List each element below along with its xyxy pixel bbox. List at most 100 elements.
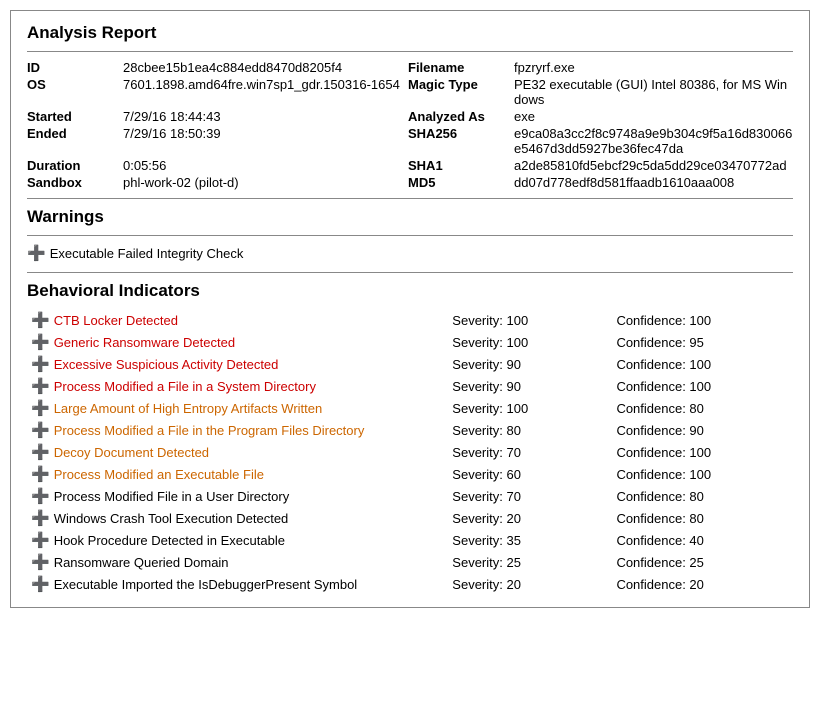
analyzed-as-value: exe bbox=[514, 109, 793, 124]
indicator-plus-icon: ➕ bbox=[31, 355, 50, 373]
behavioral-row: ➕ Executable Imported the IsDebuggerPres… bbox=[27, 573, 793, 595]
severity-cell: Severity: 100 bbox=[448, 397, 612, 419]
indicator-plus-icon: ➕ bbox=[31, 487, 50, 505]
os-value: 7601.1898.amd64fre.win7sp1_gdr.150316-16… bbox=[123, 77, 402, 107]
indicator-name[interactable]: ➕ Excessive Suspicious Activity Detected bbox=[31, 355, 444, 373]
sha1-value: a2de85810fd5ebcf29c5da5dd29ce03470772ad bbox=[514, 158, 793, 173]
confidence-cell: Confidence: 100 bbox=[612, 353, 793, 375]
indicator-name[interactable]: ➕ Process Modified a File in a System Di… bbox=[31, 377, 444, 395]
indicator-name[interactable]: ➕ Executable Imported the IsDebuggerPres… bbox=[31, 575, 444, 593]
os-label: OS bbox=[27, 77, 117, 107]
indicator-label[interactable]: CTB Locker Detected bbox=[54, 313, 178, 328]
severity-cell: Severity: 70 bbox=[448, 441, 612, 463]
id-value: 28cbee15b1ea4c884edd8470d8205f4 bbox=[123, 60, 402, 75]
ended-label: Ended bbox=[27, 126, 117, 156]
warning-item: ➕ Executable Failed Integrity Check bbox=[27, 244, 793, 262]
indicator-plus-icon: ➕ bbox=[31, 421, 50, 439]
severity-cell: Severity: 60 bbox=[448, 463, 612, 485]
indicator-name[interactable]: ➕ Process Modified an Executable File bbox=[31, 465, 444, 483]
behavioral-title: Behavioral Indicators bbox=[27, 281, 793, 301]
indicator-label[interactable]: Large Amount of High Entropy Artifacts W… bbox=[54, 401, 323, 416]
indicator-name[interactable]: ➕ Hook Procedure Detected in Executable bbox=[31, 531, 444, 549]
confidence-cell: Confidence: 100 bbox=[612, 463, 793, 485]
indicator-plus-icon: ➕ bbox=[31, 531, 50, 549]
indicator-label[interactable]: Process Modified a File in the Program F… bbox=[54, 423, 365, 438]
behavioral-row: ➕ Process Modified File in a User Direct… bbox=[27, 485, 793, 507]
indicator-label[interactable]: Excessive Suspicious Activity Detected bbox=[54, 357, 279, 372]
confidence-cell: Confidence: 80 bbox=[612, 397, 793, 419]
behavioral-row: ➕ CTB Locker Detected Severity: 100 Conf… bbox=[27, 309, 793, 331]
md5-label: MD5 bbox=[408, 175, 508, 190]
magic-type-value: PE32 executable (GUI) Intel 80386, for M… bbox=[514, 77, 793, 107]
magic-type-label: Magic Type bbox=[408, 77, 508, 107]
indicator-name[interactable]: ➕ Process Modified a File in the Program… bbox=[31, 421, 444, 439]
behavioral-row: ➕ Process Modified an Executable File Se… bbox=[27, 463, 793, 485]
indicator-name[interactable]: ➕ Process Modified File in a User Direct… bbox=[31, 487, 444, 505]
confidence-cell: Confidence: 80 bbox=[612, 485, 793, 507]
severity-cell: Severity: 20 bbox=[448, 573, 612, 595]
analyzed-as-label: Analyzed As bbox=[408, 109, 508, 124]
indicator-label[interactable]: Decoy Document Detected bbox=[54, 445, 209, 460]
confidence-cell: Confidence: 100 bbox=[612, 375, 793, 397]
indicator-plus-icon: ➕ bbox=[31, 399, 50, 417]
behavioral-row: ➕ Excessive Suspicious Activity Detected… bbox=[27, 353, 793, 375]
started-value: 7/29/16 18:44:43 bbox=[123, 109, 402, 124]
warnings-section: Warnings ➕Executable Failed Integrity Ch… bbox=[27, 207, 793, 262]
indicator-label[interactable]: Hook Procedure Detected in Executable bbox=[54, 533, 285, 548]
id-label: ID bbox=[27, 60, 117, 75]
indicator-plus-icon: ➕ bbox=[31, 553, 50, 571]
filename-value: fpzryrf.exe bbox=[514, 60, 793, 75]
behavioral-row: ➕ Generic Ransomware Detected Severity: … bbox=[27, 331, 793, 353]
sha256-label: SHA256 bbox=[408, 126, 508, 156]
warning-plus-icon: ➕ bbox=[27, 244, 46, 262]
indicator-plus-icon: ➕ bbox=[31, 509, 50, 527]
indicator-label[interactable]: Ransomware Queried Domain bbox=[54, 555, 229, 570]
confidence-cell: Confidence: 95 bbox=[612, 331, 793, 353]
confidence-cell: Confidence: 20 bbox=[612, 573, 793, 595]
behavioral-row: ➕ Process Modified a File in a System Di… bbox=[27, 375, 793, 397]
sha1-label: SHA1 bbox=[408, 158, 508, 173]
info-grid: ID 28cbee15b1ea4c884edd8470d8205f4 Filen… bbox=[27, 60, 793, 190]
indicator-label[interactable]: Executable Imported the IsDebuggerPresen… bbox=[54, 577, 358, 592]
behavioral-row: ➕ Decoy Document Detected Severity: 70 C… bbox=[27, 441, 793, 463]
indicator-name[interactable]: ➕ Ransomware Queried Domain bbox=[31, 553, 444, 571]
report-container: Analysis Report ID 28cbee15b1ea4c884edd8… bbox=[10, 10, 810, 608]
indicator-label[interactable]: Generic Ransomware Detected bbox=[54, 335, 235, 350]
indicator-label[interactable]: Process Modified an Executable File bbox=[54, 467, 264, 482]
indicator-label[interactable]: Process Modified File in a User Director… bbox=[54, 489, 290, 504]
behavioral-row: ➕ Ransomware Queried Domain Severity: 25… bbox=[27, 551, 793, 573]
confidence-cell: Confidence: 40 bbox=[612, 529, 793, 551]
warning-text: Executable Failed Integrity Check bbox=[50, 246, 244, 261]
behavioral-section: Behavioral Indicators ➕ CTB Locker Detec… bbox=[27, 281, 793, 595]
severity-cell: Severity: 100 bbox=[448, 331, 612, 353]
sha256-value: e9ca08a3cc2f8c9748a9e9b304c9f5a16d830066… bbox=[514, 126, 793, 156]
duration-value: 0:05:56 bbox=[123, 158, 402, 173]
indicator-plus-icon: ➕ bbox=[31, 443, 50, 461]
severity-cell: Severity: 80 bbox=[448, 419, 612, 441]
indicator-name[interactable]: ➕ Decoy Document Detected bbox=[31, 443, 444, 461]
behavioral-row: ➕ Process Modified a File in the Program… bbox=[27, 419, 793, 441]
indicator-label[interactable]: Process Modified a File in a System Dire… bbox=[54, 379, 316, 394]
warnings-list: ➕ Executable Failed Integrity Check bbox=[27, 244, 793, 262]
indicator-name[interactable]: ➕ Windows Crash Tool Execution Detected bbox=[31, 509, 444, 527]
confidence-cell: Confidence: 90 bbox=[612, 419, 793, 441]
ended-value: 7/29/16 18:50:39 bbox=[123, 126, 402, 156]
indicator-plus-icon: ➕ bbox=[31, 311, 50, 329]
indicator-name[interactable]: ➕ Generic Ransomware Detected bbox=[31, 333, 444, 351]
indicator-plus-icon: ➕ bbox=[31, 377, 50, 395]
duration-label: Duration bbox=[27, 158, 117, 173]
indicator-name[interactable]: ➕ CTB Locker Detected bbox=[31, 311, 444, 329]
behavioral-table: ➕ CTB Locker Detected Severity: 100 Conf… bbox=[27, 309, 793, 595]
started-label: Started bbox=[27, 109, 117, 124]
md5-value: dd07d778edf8d581ffaadb1610aaa008 bbox=[514, 175, 793, 190]
behavioral-row: ➕ Hook Procedure Detected in Executable … bbox=[27, 529, 793, 551]
confidence-cell: Confidence: 25 bbox=[612, 551, 793, 573]
severity-cell: Severity: 90 bbox=[448, 353, 612, 375]
indicator-plus-icon: ➕ bbox=[31, 575, 50, 593]
severity-cell: Severity: 35 bbox=[448, 529, 612, 551]
severity-cell: Severity: 100 bbox=[448, 309, 612, 331]
indicator-name[interactable]: ➕ Large Amount of High Entropy Artifacts… bbox=[31, 399, 444, 417]
indicator-plus-icon: ➕ bbox=[31, 465, 50, 483]
severity-cell: Severity: 20 bbox=[448, 507, 612, 529]
indicator-label[interactable]: Windows Crash Tool Execution Detected bbox=[54, 511, 289, 526]
